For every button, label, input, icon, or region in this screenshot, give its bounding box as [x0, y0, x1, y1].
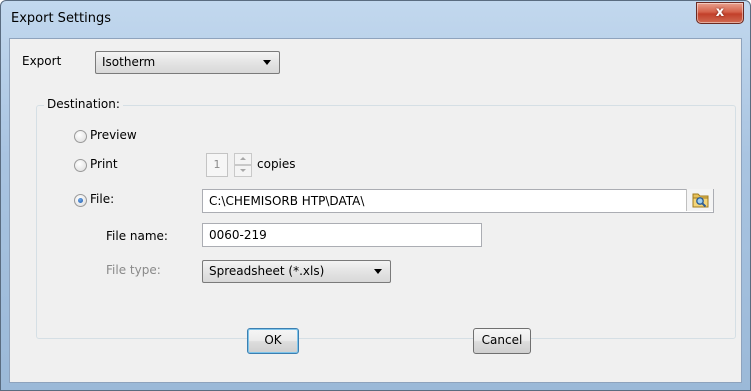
- file-type-value: Spreadsheet (*.xls): [209, 264, 325, 278]
- close-icon: x: [715, 5, 725, 20]
- copies-value: 1: [213, 158, 221, 171]
- export-type-dropdown[interactable]: Isotherm: [95, 51, 280, 74]
- export-type-value: Isotherm: [102, 55, 156, 69]
- close-button[interactable]: x: [696, 2, 744, 24]
- ok-button[interactable]: OK: [247, 328, 299, 354]
- file-label[interactable]: File:: [90, 192, 114, 206]
- dialog-body: Export Isotherm Destination: Preview Pri…: [9, 38, 742, 383]
- file-radio[interactable]: [74, 194, 87, 207]
- print-label[interactable]: Print: [90, 157, 118, 171]
- destination-group: [36, 105, 736, 339]
- cancel-button[interactable]: Cancel: [473, 328, 531, 354]
- export-label: Export: [22, 54, 62, 68]
- folder-search-icon: [692, 193, 709, 208]
- browse-button[interactable]: [686, 189, 713, 211]
- file-path-value: C:\CHEMISORB HTP\DATA\: [209, 194, 365, 208]
- file-path-input[interactable]: C:\CHEMISORB HTP\DATA\: [202, 189, 714, 213]
- print-radio[interactable]: [74, 159, 87, 172]
- copies-field[interactable]: 1: [206, 153, 228, 177]
- chevron-up-icon: [240, 157, 246, 160]
- copies-up-button[interactable]: [234, 153, 252, 165]
- chevron-down-icon: [240, 169, 246, 172]
- preview-radio[interactable]: [74, 130, 87, 143]
- copies-label: copies: [257, 157, 296, 171]
- preview-label[interactable]: Preview: [90, 128, 137, 142]
- file-name-value: 0060-219: [209, 228, 267, 242]
- cancel-label: Cancel: [481, 333, 523, 347]
- file-type-dropdown[interactable]: Spreadsheet (*.xls): [202, 260, 391, 283]
- file-name-input[interactable]: 0060-219: [202, 223, 482, 247]
- chevron-down-icon: [263, 60, 271, 65]
- window-title: Export Settings: [11, 11, 112, 26]
- destination-caption: Destination:: [44, 97, 123, 111]
- file-type-label: File type:: [106, 263, 161, 277]
- file-name-label: File name:: [106, 229, 168, 243]
- ok-label: OK: [264, 333, 282, 347]
- title-bar[interactable]: Export Settings x: [1, 1, 750, 37]
- export-settings-window: Export Settings x Export Isotherm Destin…: [0, 0, 751, 391]
- copies-down-button[interactable]: [234, 165, 252, 177]
- chevron-down-icon: [374, 269, 382, 274]
